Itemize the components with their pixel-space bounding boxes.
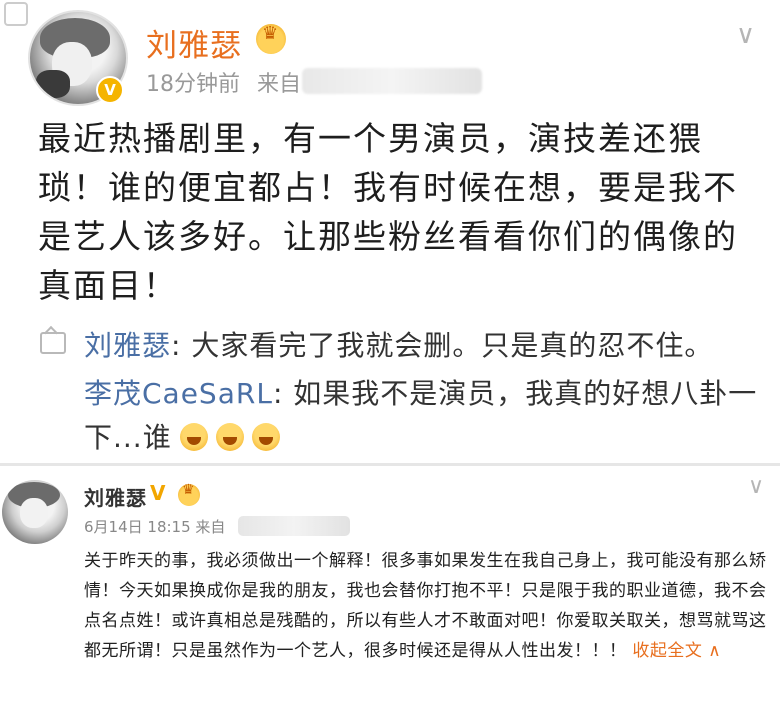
laughing-emoji-icon: [215, 423, 244, 451]
avatar-face: [20, 498, 48, 528]
blurred-source: [302, 68, 482, 94]
weibo-post-1: V 刘雅瑟 ∨ 18分钟前 来自 最近热播剧里，有一个男演员，演技差还猥琐！谁的…: [0, 0, 780, 466]
blurred-source: [238, 516, 350, 536]
comment-author[interactable]: 刘雅瑟: [84, 329, 171, 362]
post-time: 6月14日 18:15 来自: [84, 518, 226, 536]
post-meta: 18分钟前 来自: [146, 66, 301, 98]
chevron-down-icon[interactable]: ∨: [748, 474, 764, 499]
comment-item: 李茂CaeSaRL: 如果我不是演员，我真的好想八卦一下...谁: [84, 372, 764, 460]
comment-author[interactable]: 李茂CaeSaRL: [84, 377, 273, 410]
author-name[interactable]: 刘雅瑟: [146, 20, 242, 65]
post-source: 来自: [257, 72, 302, 97]
post-text: 最近热播剧里，有一个男演员，演技差还猥琐！谁的便宜都占！我有时候在想，要是我不是…: [38, 119, 738, 305]
corner-icon: [4, 2, 28, 26]
weibo-post-2: 刘雅瑟 V ∨ 6月14日 18:15 来自 关于昨天的事，我必须做出一个解释！…: [0, 466, 780, 712]
chevron-down-icon[interactable]: ∨: [736, 20, 755, 50]
author-name[interactable]: 刘雅瑟: [84, 482, 147, 511]
vip-crown-icon: [256, 23, 286, 54]
verified-v-icon: V: [150, 481, 166, 505]
post-time: 18分钟前: [146, 72, 240, 97]
vip-crown-icon: [178, 482, 200, 506]
post-text: 关于昨天的事，我必须做出一个解释！很多事如果发生在我自己身上，我可能没有那么矫情…: [84, 546, 774, 666]
verified-badge-icon: V: [96, 76, 124, 104]
comment-item: 刘雅瑟: 大家看完了我就会删。只是真的忍不住。: [84, 324, 713, 364]
avatar-cat: [36, 70, 70, 98]
comment-text: : 大家看完了我就会删。只是真的忍不住。: [171, 329, 714, 362]
collapse-full-text-link[interactable]: 收起全文 ∧: [632, 641, 721, 661]
laughing-emoji-icon: [251, 423, 280, 451]
comment-icon: [40, 332, 66, 354]
avatar[interactable]: [2, 480, 68, 544]
laughing-emoji-icon: [179, 423, 208, 451]
